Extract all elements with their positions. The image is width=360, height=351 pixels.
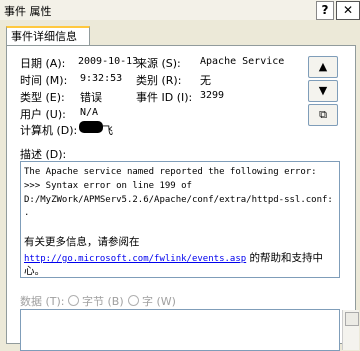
close-button[interactable]: ✕	[336, 1, 360, 20]
description-line: The Apache service named reported the fo…	[24, 167, 317, 177]
bytes-option-label: 字节 (B)	[82, 295, 124, 308]
data-scrollbar[interactable]	[342, 310, 359, 350]
type-value: 错误	[80, 91, 102, 104]
data-scroll-up-arrow[interactable]	[345, 312, 359, 326]
more-info-text: 有关更多信息，请参阅在	[24, 236, 140, 248]
description-line: D:/MyZWork/APMServ5.2.6/Apache/conf/extr…	[24, 195, 333, 205]
description-line: >>> Syntax error on line 199 of	[24, 181, 192, 191]
description-line: .	[24, 208, 30, 218]
words-radio[interactable]	[128, 295, 139, 306]
window-title: 事件 属性	[4, 5, 52, 18]
arrow-up-icon: ▲	[318, 60, 328, 73]
category-label: 类别 (R):	[136, 74, 182, 87]
link-suffix-text: 的帮助和支持中	[246, 252, 324, 264]
data-box[interactable]	[20, 309, 359, 351]
help-button[interactable]: ?	[316, 1, 334, 20]
arrow-down-icon: ▼	[318, 84, 328, 97]
title-bar: 事件 属性 ? ✕	[0, 0, 360, 20]
event-id-value: 3299	[200, 90, 225, 101]
type-label: 类型 (E):	[20, 91, 65, 104]
data-label: 数据 (T):	[20, 295, 65, 308]
help-link[interactable]: http://go.microsoft.com/fwlink/events.as…	[24, 254, 246, 264]
bytes-radio[interactable]	[68, 295, 79, 306]
time-value: 9:32:53	[80, 73, 123, 84]
time-label: 时间 (M):	[20, 74, 68, 87]
user-label: 用户 (U):	[20, 108, 66, 121]
date-label: 日期 (A):	[20, 57, 66, 70]
description-label: 描述 (D):	[20, 148, 67, 161]
user-value: N/A	[80, 107, 99, 118]
computer-label: 计算机 (D):	[20, 124, 78, 137]
previous-event-button[interactable]: ▲	[308, 56, 338, 78]
copy-button[interactable]: ⧉	[308, 104, 338, 126]
category-value: 无	[200, 74, 211, 87]
redacted-computer-name	[79, 121, 103, 133]
copy-icon: ⧉	[319, 108, 327, 121]
description-tail-text: 心。	[24, 265, 45, 277]
event-id-label: 事件 ID (I):	[136, 91, 193, 104]
computer-value-suffix: 飞	[102, 124, 113, 137]
source-label: 来源 (S):	[136, 57, 181, 70]
description-box[interactable]: The Apache service named reported the fo…	[20, 161, 340, 278]
source-value: Apache Service	[200, 56, 285, 67]
date-value: 2009-10-13	[78, 56, 139, 67]
tab-event-details[interactable]: 事件详细信息	[6, 26, 90, 47]
words-option-label: 字 (W)	[142, 295, 176, 308]
next-event-button[interactable]: ▼	[308, 80, 338, 102]
